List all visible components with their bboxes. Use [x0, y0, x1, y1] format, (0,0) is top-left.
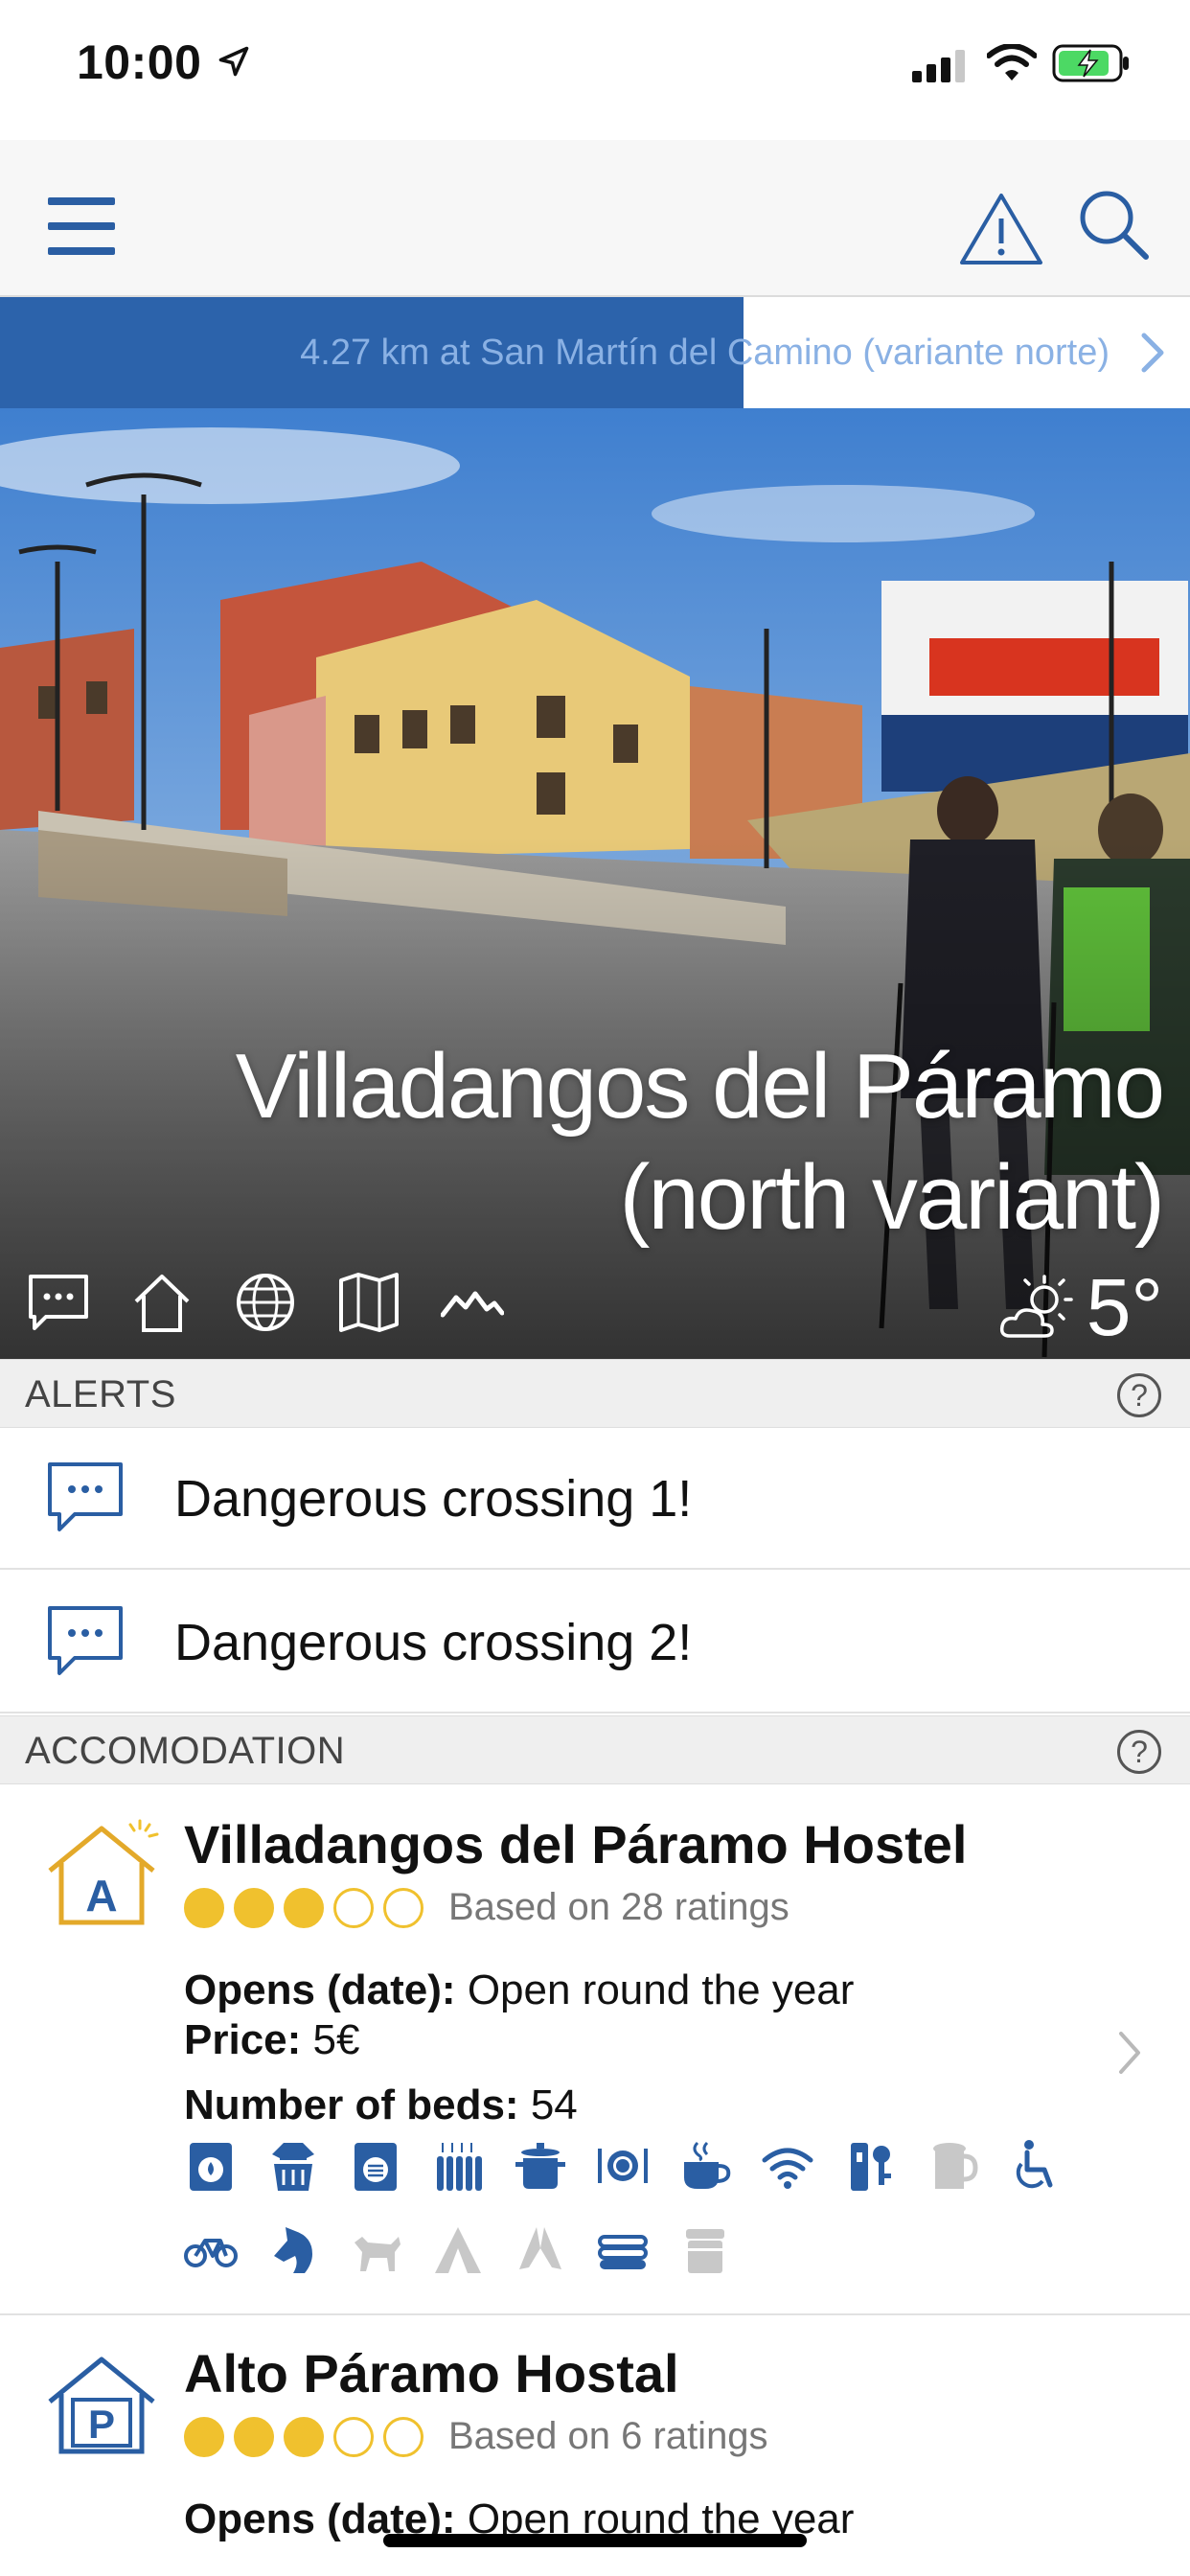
accommodation-badge: P [88, 2402, 115, 2447]
battery-charging-icon [1052, 44, 1129, 82]
temperature: 5° [1086, 1262, 1163, 1352]
wheelchair-icon [1016, 2140, 1053, 2189]
dryer-icon [355, 2143, 397, 2191]
rating: Based on 28 ratings [184, 1886, 790, 1929]
partly-sunny-icon [999, 1274, 1073, 1338]
alert-item[interactable]: Dangerous crossing 2! [0, 1572, 1190, 1714]
beds-label: Number of beds: [184, 2082, 519, 2128]
home-icon[interactable] [130, 1271, 194, 1334]
accommodation-name: Alto Páramo Hostal [184, 2343, 679, 2404]
prayer-hands-icon [519, 2227, 561, 2269]
rating-dot [184, 2416, 224, 2457]
location-arrow-icon [218, 46, 249, 77]
chevron-right-icon [1119, 2032, 1140, 2074]
opens-label: Opens (date): [184, 1966, 456, 2013]
washing-machine-icon [190, 2143, 232, 2191]
price-label: Price: [184, 2016, 302, 2063]
rating-dot [234, 1887, 274, 1928]
bicycle-icon [184, 2239, 238, 2267]
wifi-icon [987, 44, 1037, 80]
rating-dot [383, 1887, 423, 1928]
accommodation-badge: A [85, 1871, 117, 1920]
accommodation-name: Villadangos del Páramo Hostel [184, 1814, 968, 1874]
cellular-signal-icon [912, 50, 965, 82]
price-value: 5€ [312, 2016, 360, 2063]
heating-icon [437, 2143, 482, 2191]
weather-widget: 5° [998, 1261, 1163, 1354]
laundry-basket-icon [272, 2143, 314, 2191]
restaurant-icon [598, 2149, 648, 2183]
comments-icon[interactable] [27, 1271, 90, 1334]
hostel-albergue-icon: A [48, 1819, 159, 1925]
opens-line: Opens (date): Open round the year [184, 1966, 854, 2014]
hero-title-line2: (north variant) [619, 1146, 1165, 1249]
rating-dot [383, 2416, 423, 2457]
horse-icon [274, 2227, 312, 2273]
alert-text: Dangerous crossing 1! [174, 1470, 693, 1528]
amenities-row [184, 2223, 732, 2277]
help-icon[interactable]: ? [1117, 1730, 1161, 1774]
comment-icon [48, 1462, 123, 1531]
rating-dot [333, 2416, 374, 2457]
alert-text: Dangerous crossing 2! [174, 1614, 693, 1671]
search-icon[interactable] [1077, 188, 1150, 261]
alert-item[interactable]: Dangerous crossing 1! [0, 1428, 1190, 1570]
globe-icon[interactable] [234, 1271, 297, 1334]
coffee-icon [684, 2141, 731, 2189]
kitchen-pot-icon [515, 2143, 565, 2189]
locker-icon [851, 2143, 891, 2191]
rating-dot [333, 1887, 374, 1928]
hostal-icon: P [48, 2357, 155, 2454]
elevation-icon[interactable] [441, 1271, 504, 1334]
chevron-right-icon [1141, 333, 1164, 373]
price-line: Price: 5€ [184, 2016, 359, 2064]
towels-icon [598, 2235, 648, 2269]
rating-text: Based on 6 ratings [448, 2415, 768, 2457]
opens-value: Open round the year [467, 1966, 855, 2013]
amenities-row [184, 2139, 1062, 2193]
accommodation-card[interactable]: A Villadangos del Páramo Hostel Based on… [0, 1784, 1190, 2315]
rating-dot [284, 2416, 324, 2457]
rating-dot [234, 2416, 274, 2457]
status-time: 10:00 [77, 35, 202, 89]
hero-title-line1: Villadangos del Páramo [235, 1035, 1165, 1138]
comment-icon [48, 1606, 123, 1675]
status-bar: 10:00 [0, 0, 1190, 140]
dog-icon [355, 2237, 400, 2271]
tent-icon [435, 2227, 481, 2273]
map-icon[interactable] [337, 1271, 400, 1334]
app-header [0, 140, 1190, 297]
alerts-section-title: ALERTS [25, 1373, 176, 1415]
accommodation-section-title: ACCOMODATION [25, 1730, 346, 1772]
hero-title: Villadangos del Páramo (north variant) [235, 1031, 1165, 1254]
progress-text: 4.27 km at San Martín del Camino (varian… [300, 333, 1110, 373]
rating-dot [284, 1887, 324, 1928]
wifi-icon [762, 2148, 813, 2189]
help-icon[interactable]: ? [1117, 1373, 1161, 1417]
hero-icon-bar [27, 1271, 504, 1334]
hero-photo: Villadangos del Páramo (north variant) 5… [0, 408, 1190, 1359]
rating-dot [184, 1887, 224, 1928]
beds-line: Number of beds: 54 [184, 2082, 578, 2129]
hamburger-menu-icon[interactable] [48, 197, 115, 255]
warning-triangle-icon[interactable] [958, 192, 1044, 266]
accommodation-section-header: ACCOMODATION ? [0, 1715, 1190, 1784]
rating: Based on 6 ratings [184, 2415, 768, 2458]
beds-value: 54 [530, 2082, 578, 2128]
alerts-section-header: ALERTS ? [0, 1359, 1190, 1428]
beer-icon [933, 2143, 978, 2189]
rating-text: Based on 28 ratings [448, 1886, 790, 1928]
progress-banner[interactable]: 4.27 km at San Martín del Camino (varian… [0, 297, 1190, 408]
bedding-icon [686, 2229, 724, 2273]
home-indicator[interactable] [383, 2534, 807, 2547]
